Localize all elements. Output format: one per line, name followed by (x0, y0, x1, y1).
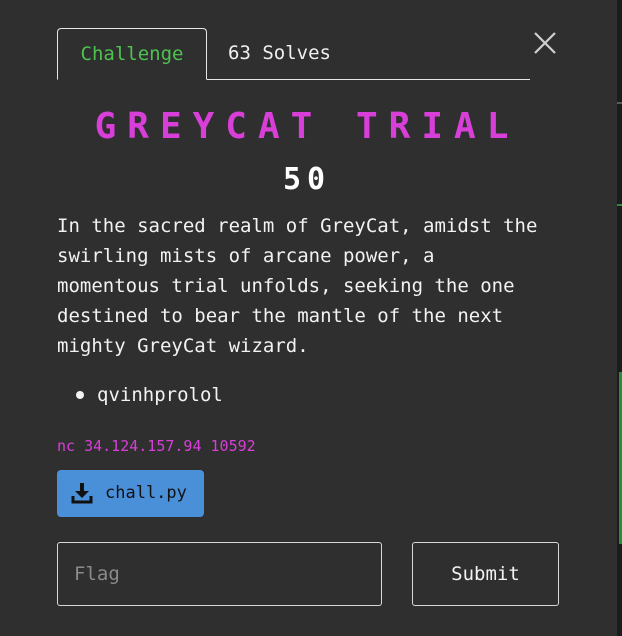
submit-button[interactable]: Submit (412, 542, 559, 606)
challenge-modal: Challenge 63 Solves GREYCAT TRIAL 50 In … (0, 0, 622, 636)
file-name: chall.py (105, 483, 187, 503)
hint-list: qvinhprolol (57, 380, 223, 410)
bullet-icon (76, 391, 84, 399)
challenge-tabs: Challenge 63 Solves (57, 28, 530, 80)
connection-command: nc 34.124.157.94 10592 (57, 437, 256, 455)
flag-input[interactable] (57, 542, 382, 606)
tab-challenge[interactable]: Challenge (57, 28, 207, 80)
close-button[interactable] (530, 28, 560, 58)
edge-mark (617, 102, 622, 104)
close-icon (534, 32, 556, 54)
download-file-button[interactable]: chall.py (57, 470, 204, 517)
challenge-points: 50 (282, 162, 332, 197)
hint-text: qvinhprolol (97, 384, 223, 406)
download-icon (71, 483, 93, 504)
tab-solves[interactable]: 63 Solves (207, 28, 331, 78)
challenge-description: In the sacred realm of GreyCat, amidst t… (57, 215, 538, 357)
edge-mark (617, 204, 622, 206)
challenge-title: GREYCAT TRIAL (94, 106, 520, 147)
list-item: qvinhprolol (57, 380, 223, 410)
